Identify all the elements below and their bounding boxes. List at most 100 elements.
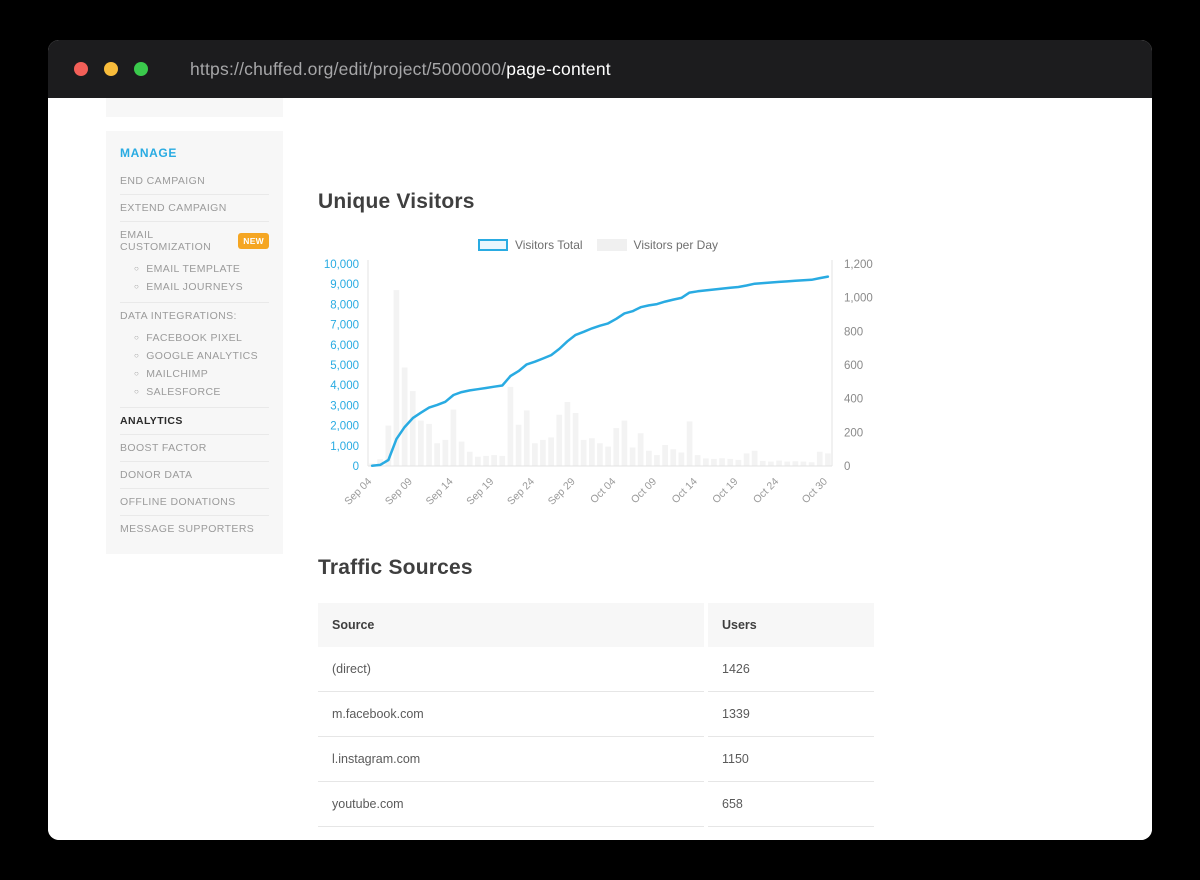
legend-label: Visitors per Day — [634, 238, 718, 252]
legend-item-visitors-total[interactable]: Visitors Total — [478, 238, 583, 252]
sidebar-item-offline-donations[interactable]: OFFLINE DONATIONS — [120, 488, 269, 515]
address-bar[interactable]: https://chuffed.org/edit/project/5000000… — [190, 59, 611, 80]
svg-text:4,000: 4,000 — [330, 380, 359, 392]
svg-text:Sep 19: Sep 19 — [464, 476, 496, 508]
sidebar-subitem-mailchimp[interactable]: ○ MAILCHIMP — [120, 365, 269, 383]
line-series-swatch-icon — [478, 239, 508, 251]
sidebar-item-label: MAILCHIMP — [146, 368, 208, 380]
circle-bullet-icon: ○ — [134, 352, 139, 360]
page-content: MANAGE END CAMPAIGN EXTEND CAMPAIGN EMAI… — [48, 98, 1152, 840]
svg-text:9,000: 9,000 — [330, 279, 359, 291]
sidebar-item-label: ANALYTICS — [120, 415, 183, 427]
sidebar-item-label: EXTEND CAMPAIGN — [120, 202, 227, 214]
users-cell: 658 — [708, 782, 874, 827]
svg-text:Oct 24: Oct 24 — [751, 476, 781, 506]
sidebar-item-label: OFFLINE DONATIONS — [120, 496, 236, 508]
circle-bullet-icon: ○ — [134, 265, 139, 273]
traffic-table-body: (direct)1426m.facebook.com1339l.instagra… — [318, 647, 874, 827]
traffic-sources-table: Source Users (direct)1426m.facebook.com1… — [318, 603, 874, 827]
sidebar-item-label: EMAIL CUSTOMIZATION — [120, 229, 238, 253]
data-integrations-subitems: ○ FACEBOOK PIXEL ○ GOOGLE ANALYTICS ○ MA… — [120, 329, 269, 407]
sidebar-section-title: MANAGE — [120, 146, 269, 160]
svg-text:1,000: 1,000 — [844, 293, 873, 305]
bar-series-swatch-icon — [597, 239, 627, 251]
sidebar-item-message-supporters[interactable]: MESSAGE SUPPORTERS — [120, 515, 269, 542]
svg-text:Oct 09: Oct 09 — [629, 476, 659, 506]
column-header-users: Users — [708, 603, 874, 647]
sidebar-box-partial — [106, 98, 283, 117]
table-row: m.facebook.com1339 — [318, 692, 874, 737]
sidebar-item-label: BOOST FACTOR — [120, 442, 207, 454]
svg-text:6,000: 6,000 — [330, 340, 359, 352]
sidebar-item-data-integrations: DATA INTEGRATIONS: — [120, 302, 269, 329]
sidebar-item-label: FACEBOOK PIXEL — [146, 332, 242, 344]
circle-bullet-icon: ○ — [134, 334, 139, 342]
window-controls — [74, 62, 148, 76]
svg-text:Oct 04: Oct 04 — [588, 476, 618, 506]
zoom-button[interactable] — [134, 62, 148, 76]
svg-text:Sep 29: Sep 29 — [546, 476, 578, 508]
url-prefix: https://chuffed.org/edit/project/5000000… — [190, 59, 506, 79]
sidebar-subitem-salesforce[interactable]: ○ SALESFORCE — [120, 383, 269, 401]
sidebar-item-label: SALESFORCE — [146, 386, 221, 398]
svg-text:0: 0 — [844, 461, 850, 473]
circle-bullet-icon: ○ — [134, 388, 139, 396]
svg-text:Oct 19: Oct 19 — [710, 476, 740, 506]
minimize-button[interactable] — [104, 62, 118, 76]
sidebar-subitem-google-analytics[interactable]: ○ GOOGLE ANALYTICS — [120, 347, 269, 365]
traffic-sources-heading: Traffic Sources — [318, 556, 473, 580]
svg-text:Sep 24: Sep 24 — [505, 476, 537, 508]
source-cell: l.instagram.com — [318, 737, 704, 782]
new-badge: NEW — [238, 233, 269, 249]
svg-text:Sep 09: Sep 09 — [383, 476, 415, 508]
sidebar-item-donor-data[interactable]: DONOR DATA — [120, 461, 269, 488]
circle-bullet-icon: ○ — [134, 370, 139, 378]
sidebar-subitem-email-journeys[interactable]: ○ EMAIL JOURNEYS — [120, 278, 269, 296]
chart-legend: Visitors Total Visitors per Day — [318, 238, 878, 252]
legend-item-visitors-per-day[interactable]: Visitors per Day — [597, 238, 718, 252]
svg-text:10,000: 10,000 — [324, 259, 359, 271]
sidebar-item-extend-campaign[interactable]: EXTEND CAMPAIGN — [120, 194, 269, 221]
unique-visitors-heading: Unique Visitors — [318, 190, 475, 214]
sidebar: MANAGE END CAMPAIGN EXTEND CAMPAIGN EMAI… — [106, 98, 283, 554]
table-row: l.instagram.com1150 — [318, 737, 874, 782]
svg-text:0: 0 — [353, 461, 359, 473]
unique-visitors-chart: 01,0002,0003,0004,0005,0006,0007,0008,00… — [318, 254, 878, 526]
sidebar-item-analytics[interactable]: ANALYTICS — [120, 407, 269, 434]
svg-text:2,000: 2,000 — [330, 421, 359, 433]
email-customization-subitems: ○ EMAIL TEMPLATE ○ EMAIL JOURNEYS — [120, 260, 269, 302]
svg-text:1,000: 1,000 — [330, 441, 359, 453]
sidebar-item-label: DONOR DATA — [120, 469, 192, 481]
sidebar-item-label: DATA INTEGRATIONS: — [120, 310, 237, 322]
sidebar-subitem-email-template[interactable]: ○ EMAIL TEMPLATE — [120, 260, 269, 278]
svg-text:Oct 14: Oct 14 — [669, 476, 699, 506]
sidebar-item-label: EMAIL TEMPLATE — [146, 263, 240, 275]
url-active-segment: page-content — [506, 59, 611, 79]
svg-text:8,000: 8,000 — [330, 299, 359, 311]
sidebar-subitem-facebook-pixel[interactable]: ○ FACEBOOK PIXEL — [120, 329, 269, 347]
svg-text:Sep 14: Sep 14 — [424, 476, 456, 508]
users-cell: 1339 — [708, 692, 874, 737]
svg-text:Oct 30: Oct 30 — [800, 476, 830, 506]
users-cell: 1150 — [708, 737, 874, 782]
circle-bullet-icon: ○ — [134, 283, 139, 291]
legend-label: Visitors Total — [515, 238, 583, 252]
visitors-chart-svg: 01,0002,0003,0004,0005,0006,0007,0008,00… — [318, 254, 878, 526]
sidebar-item-email-customization[interactable]: EMAIL CUSTOMIZATION NEW — [120, 221, 269, 260]
column-header-source: Source — [318, 603, 704, 647]
browser-window: https://chuffed.org/edit/project/5000000… — [48, 40, 1152, 840]
sidebar-item-end-campaign[interactable]: END CAMPAIGN — [120, 168, 269, 194]
close-button[interactable] — [74, 62, 88, 76]
sidebar-item-label: MESSAGE SUPPORTERS — [120, 523, 254, 535]
table-header-row: Source Users — [318, 603, 874, 647]
sidebar-item-boost-factor[interactable]: BOOST FACTOR — [120, 434, 269, 461]
source-cell: youtube.com — [318, 782, 704, 827]
svg-text:200: 200 — [844, 427, 863, 439]
browser-titlebar: https://chuffed.org/edit/project/5000000… — [48, 40, 1152, 98]
svg-text:800: 800 — [844, 326, 863, 338]
source-cell: (direct) — [318, 647, 704, 692]
svg-text:7,000: 7,000 — [330, 320, 359, 332]
sidebar-item-label: EMAIL JOURNEYS — [146, 281, 243, 293]
users-cell: 1426 — [708, 647, 874, 692]
table-row: (direct)1426 — [318, 647, 874, 692]
